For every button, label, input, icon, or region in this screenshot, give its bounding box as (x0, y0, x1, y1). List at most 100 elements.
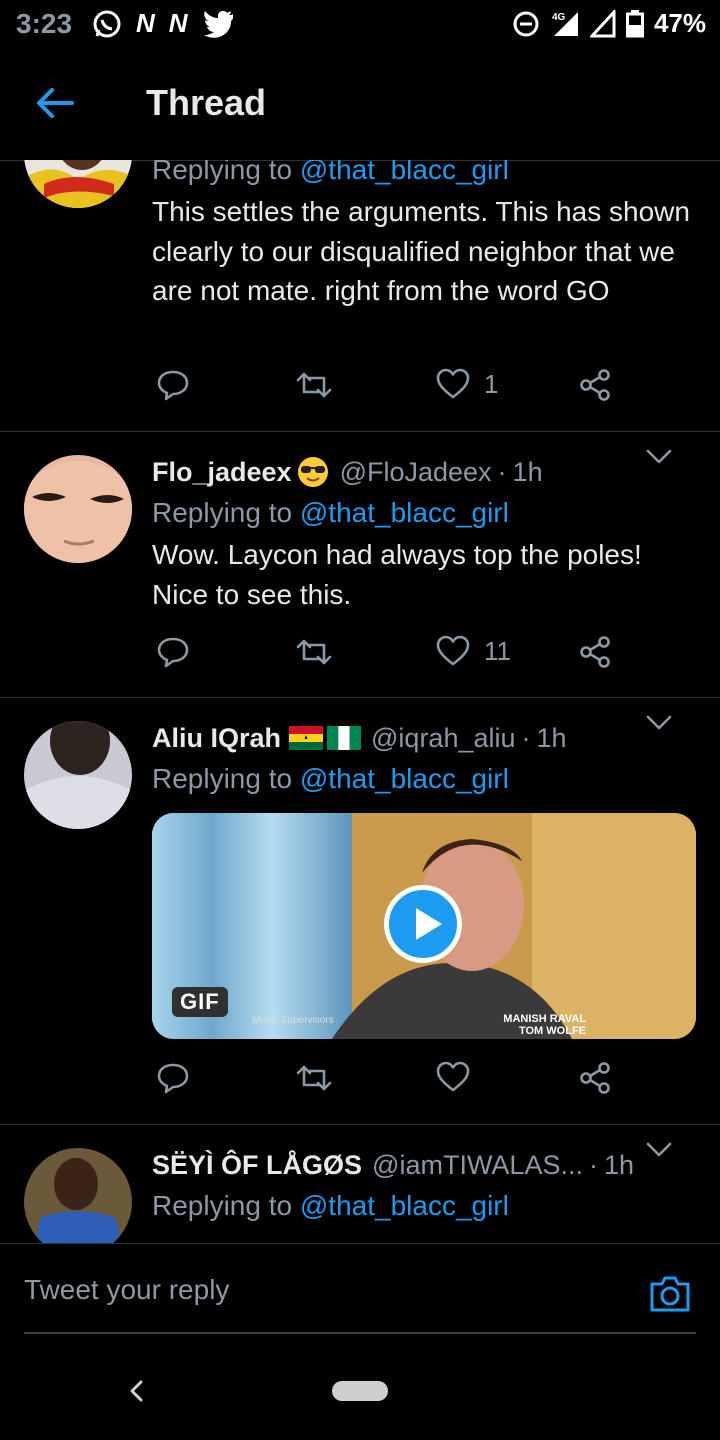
share-icon (580, 636, 610, 668)
system-nav-bar (0, 1343, 720, 1440)
tweet-actions: 1 (152, 368, 712, 412)
chevron-down-icon (646, 449, 672, 464)
avatar[interactable] (24, 160, 132, 208)
share-button[interactable] (578, 635, 612, 669)
nigeria-flag-icon (327, 726, 362, 750)
share-button[interactable] (578, 1061, 612, 1095)
replying-to-label: Replying to (152, 497, 300, 528)
input-underline (24, 1332, 696, 1334)
tweet-text: This settles the arguments. This has sho… (152, 196, 690, 306)
status-bar: 3:23 N N 4G 47% (0, 0, 720, 50)
arrow-left-icon (37, 88, 74, 118)
chevron-down-icon (646, 1142, 672, 1157)
avatar-image (24, 455, 132, 563)
like-button[interactable] (436, 1061, 470, 1093)
avatar[interactable] (24, 1148, 132, 1243)
retweet-icon (296, 1065, 332, 1091)
battery-percent: 47% (653, 8, 706, 38)
tweet-menu-button[interactable] (646, 449, 672, 470)
gif-media[interactable]: GIF Music Supervisors MANISH RAVAL TOM W… (152, 813, 696, 1039)
reply-button[interactable] (156, 635, 190, 669)
mention-link[interactable]: @that_blacc_girl (300, 1190, 509, 1221)
user-handle: @iqrah_aliu (371, 723, 516, 753)
thread-header: Thread (0, 50, 720, 161)
camera-icon (650, 1276, 690, 1312)
tweet-actions (152, 1061, 712, 1105)
tweet-time: 1h (512, 457, 543, 487)
avatar-image (24, 160, 132, 208)
replying-to-label: Replying to (152, 1190, 300, 1221)
avatar[interactable] (24, 721, 132, 829)
home-pill-button[interactable] (332, 1381, 388, 1401)
tweet-time: 1h (603, 1150, 635, 1180)
tweet[interactable]: SËYÌ ÔF LÅGØS @iamTIWALAS... · 1h Replyi… (0, 1124, 720, 1243)
battery-icon (625, 9, 644, 37)
status-time: 3:23 (16, 8, 73, 39)
replying-to: Replying to @that_blacc_girl (152, 160, 700, 190)
mention-link[interactable]: @that_blacc_girl (300, 763, 509, 794)
system-back-button[interactable] (126, 1379, 146, 1408)
tweet-body: Replying to @that_blacc_girl This settle… (152, 160, 700, 311)
notification-n-icon: N (136, 8, 155, 38)
gif-credit-line: TOM WOLFE (518, 1025, 586, 1037)
camera-button[interactable] (648, 1274, 692, 1319)
display-name[interactable]: SËYÌ ÔF LÅGØS (152, 1146, 362, 1184)
tweet[interactable]: Aliu IQrah @iqrah_aliu · 1h Replying to … (0, 697, 720, 1125)
replying-to: Replying to @that_blacc_girl (152, 759, 700, 799)
like-button[interactable]: 11 (436, 635, 511, 667)
user-handle: @iamTIWALAS... (372, 1150, 583, 1180)
back-button[interactable] (36, 88, 74, 123)
ghana-flag-icon (289, 726, 324, 750)
tweet-text: Wow. Laycon had always top the poles! Ni… (152, 539, 642, 610)
sunglasses-emoji-icon (296, 455, 330, 489)
tweet-author-line: SËYÌ ÔF LÅGØS @iamTIWALAS... · 1h (152, 1146, 700, 1184)
tweet-menu-button[interactable] (646, 1142, 672, 1163)
tweet-body: Aliu IQrah @iqrah_aliu · 1h Replying to … (152, 715, 700, 1039)
mention-link[interactable]: @that_blacc_girl (300, 497, 509, 528)
reply-composer: Tweet your reply (0, 1243, 720, 1344)
share-button[interactable] (578, 368, 612, 402)
tweet-author-line: Aliu IQrah @iqrah_aliu · 1h (152, 719, 700, 757)
dnd-icon (513, 11, 539, 36)
chevron-left-icon (130, 1380, 143, 1402)
display-name[interactable]: Aliu IQrah (152, 719, 281, 757)
like-count: 1 (484, 368, 499, 399)
separator-dot: · (588, 1150, 598, 1180)
reply-button[interactable] (156, 1061, 190, 1095)
tweet-author-line: Flo_jadeex @FloJadeex · 1h (152, 453, 700, 491)
heart-icon (436, 1061, 470, 1092)
display-name[interactable]: Flo_jadeex (152, 453, 292, 491)
tweet-menu-button[interactable] (646, 715, 672, 736)
retweet-button[interactable] (296, 1061, 332, 1095)
avatar-image (24, 721, 132, 829)
heart-icon (436, 368, 470, 399)
page-title: Thread (146, 82, 267, 123)
notification-icons: N N (92, 8, 234, 39)
tweet-time: 1h (536, 723, 567, 753)
replying-to: Replying to @that_blacc_girl (152, 1186, 700, 1226)
share-icon (580, 1062, 610, 1094)
separator-dot: · (521, 723, 531, 753)
retweet-icon (296, 639, 332, 665)
replying-to-label: Replying to (152, 160, 300, 185)
play-button[interactable] (384, 885, 462, 963)
reply-input[interactable]: Tweet your reply (24, 1274, 229, 1306)
gif-badge: GIF (172, 987, 228, 1017)
replying-to: Replying to @that_blacc_girl (152, 493, 700, 533)
like-button[interactable]: 1 (436, 368, 498, 400)
reply-icon (157, 370, 189, 401)
mention-link[interactable]: @that_blacc_girl (300, 160, 509, 185)
tweet[interactable]: Flo_jadeex @FloJadeex · 1h Replying to @… (0, 431, 720, 698)
tweet-body: Flo_jadeex @FloJadeex · 1h Replying to @… (152, 449, 700, 614)
reply-button[interactable] (156, 368, 190, 402)
tweet[interactable]: Replying to @that_blacc_girl This settle… (0, 160, 720, 432)
svg-text:4G: 4G (552, 12, 566, 23)
replying-to-label: Replying to (152, 763, 300, 794)
retweet-button[interactable] (296, 635, 332, 669)
thread-feed[interactable]: Replying to @that_blacc_girl This settle… (0, 160, 720, 1243)
chevron-down-icon (646, 715, 672, 730)
avatar[interactable] (24, 455, 132, 563)
heart-icon (436, 635, 470, 666)
retweet-button[interactable] (296, 368, 332, 402)
system-status: 4G 47% (512, 8, 706, 39)
